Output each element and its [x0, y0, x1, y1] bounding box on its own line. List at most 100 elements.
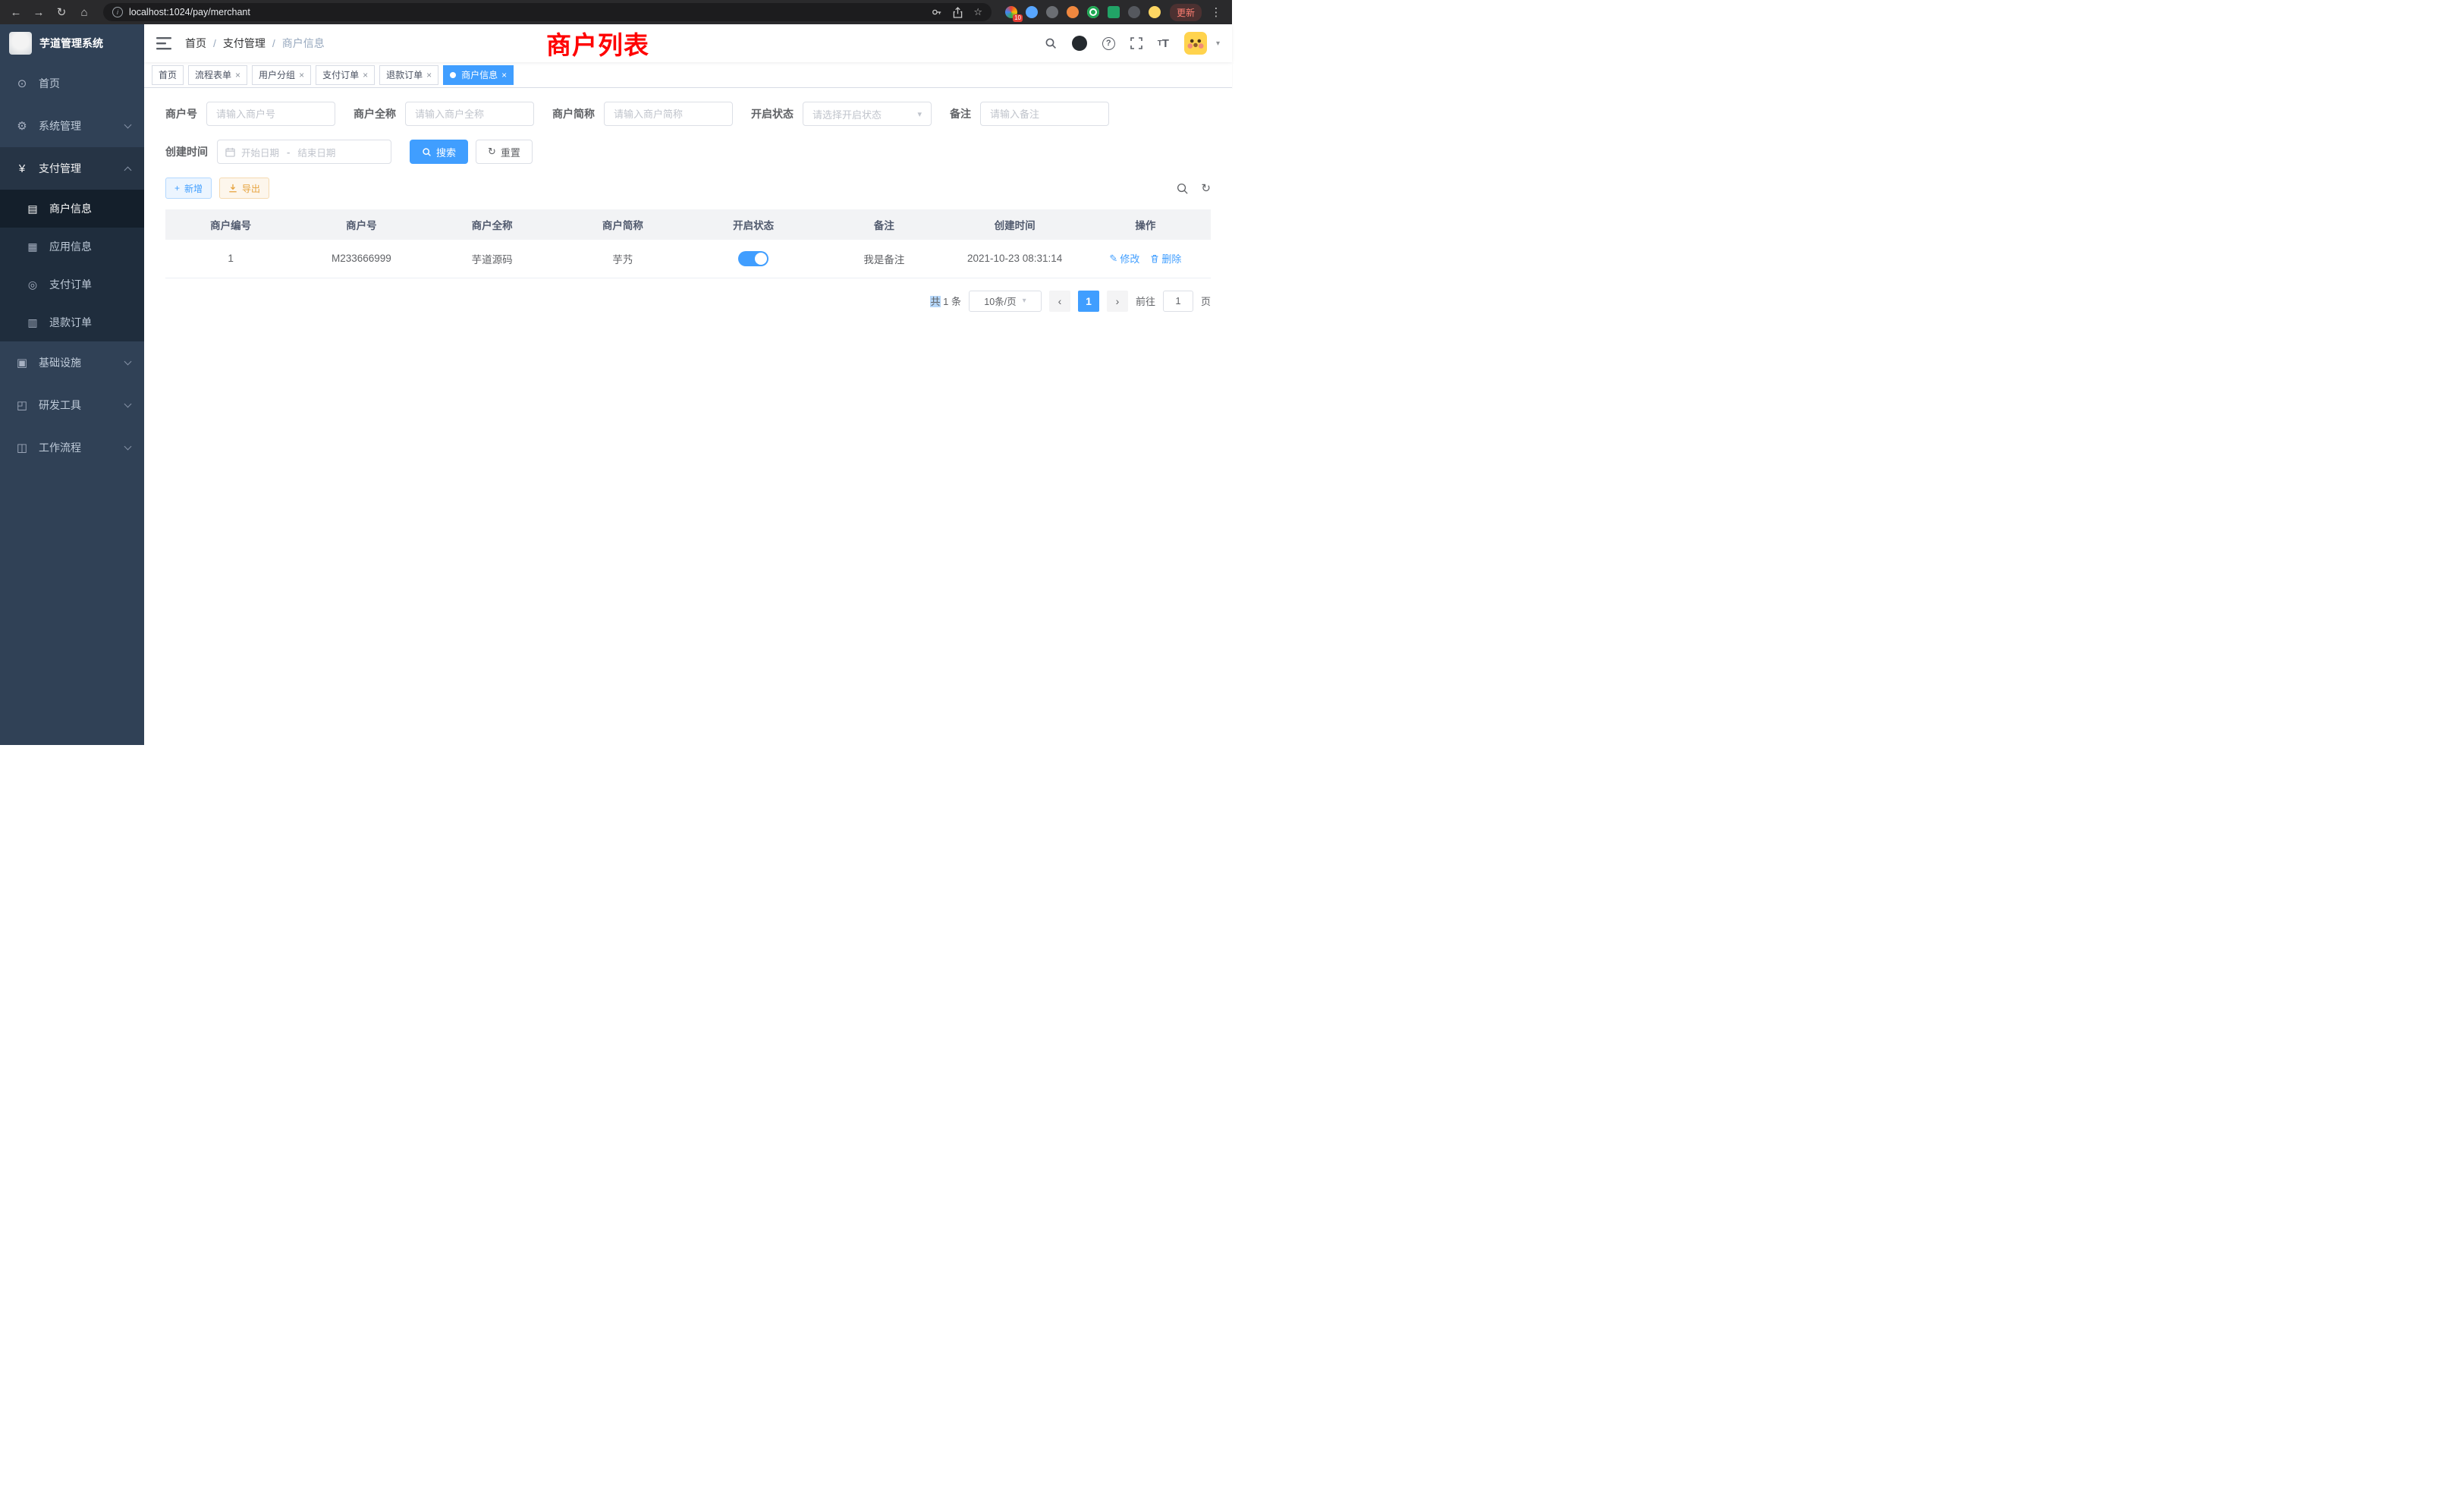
- tab-close-icon[interactable]: ×: [299, 71, 304, 80]
- sidebar-item-home[interactable]: ⊙ 首页: [0, 62, 144, 105]
- tab-refund-order[interactable]: 退款订单 ×: [379, 65, 438, 85]
- extension-icon[interactable]: 10: [1005, 6, 1017, 18]
- extension-icon[interactable]: [1108, 6, 1120, 18]
- sidebar-item-payment[interactable]: ¥ 支付管理: [0, 147, 144, 190]
- tab-close-icon[interactable]: ×: [426, 71, 432, 80]
- sidebar: 芋道管理系统 ⊙ 首页 ⚙ 系统管理 ¥ 支付管理 ▤ 商户信息 ▦ 应用信息: [0, 24, 144, 745]
- dashboard-icon: ⊙: [15, 77, 29, 90]
- delete-link[interactable]: 删除: [1150, 251, 1181, 266]
- sidebar-item-system[interactable]: ⚙ 系统管理: [0, 105, 144, 147]
- export-button[interactable]: 导出: [219, 178, 269, 199]
- tab-home[interactable]: 首页: [152, 65, 184, 85]
- sidebar-item-label: 系统管理: [39, 118, 81, 134]
- refresh-table-icon[interactable]: ↻: [1201, 181, 1211, 195]
- extension-icon[interactable]: [1046, 6, 1058, 18]
- filter-remark: 备注: [950, 102, 1109, 126]
- tab-payment-order[interactable]: 支付订单 ×: [316, 65, 375, 85]
- merchant-table: 商户编号 商户号 商户全称 商户简称 开启状态 备注 创建时间 操作 1 M23…: [165, 209, 1211, 278]
- extension-icon[interactable]: [1149, 6, 1161, 18]
- extension-icon[interactable]: [1087, 6, 1099, 18]
- goto-label: 前往: [1136, 294, 1155, 308]
- page-content: 商户号 商户全称 商户简称 开启状态 请选择开启状态 ▾: [144, 88, 1232, 745]
- extension-icon[interactable]: [1026, 6, 1038, 18]
- breadcrumb-home[interactable]: 首页: [185, 36, 206, 51]
- sidebar-item-dev-tools[interactable]: ◰ 研发工具: [0, 384, 144, 426]
- pagination: 共 1 条 10条/页 ▾ ‹ 1 › 前往 页: [165, 291, 1211, 312]
- add-button[interactable]: + 新增: [165, 178, 212, 199]
- cell-no: 1: [165, 240, 296, 278]
- goto-page-input[interactable]: [1163, 291, 1193, 312]
- browser-update-button[interactable]: 更新: [1170, 4, 1202, 21]
- full-name-input[interactable]: [405, 102, 534, 126]
- page-size-select[interactable]: 10条/页 ▾: [969, 291, 1042, 312]
- search-button[interactable]: 搜索: [410, 140, 468, 164]
- status-toggle[interactable]: [738, 251, 768, 266]
- remark-input[interactable]: [980, 102, 1109, 126]
- tab-close-icon[interactable]: ×: [363, 71, 368, 80]
- sidebar-item-refund-order[interactable]: ▥ 退款订单: [0, 303, 144, 341]
- sidebar-item-label: 工作流程: [39, 440, 81, 455]
- sidebar-item-infrastructure[interactable]: ▣ 基础设施: [0, 341, 144, 384]
- extension-icon[interactable]: [1128, 6, 1140, 18]
- font-size-icon[interactable]: TT: [1158, 37, 1169, 50]
- home-icon[interactable]: ⌂: [76, 6, 93, 19]
- avatar-caret-icon[interactable]: ▾: [1216, 39, 1220, 48]
- table-toolbar: + 新增 导出 ↻: [165, 178, 1211, 199]
- sidebar-item-label: 退款订单: [49, 315, 92, 330]
- tab-process-form[interactable]: 流程表单 ×: [188, 65, 247, 85]
- sidebar-item-label: 支付管理: [39, 161, 81, 176]
- password-key-icon[interactable]: [932, 7, 942, 17]
- short-name-input[interactable]: [604, 102, 733, 126]
- download-icon: [228, 184, 237, 193]
- filter-merchant-no: 商户号: [165, 102, 335, 126]
- navbar-actions: ? TT ▾: [1045, 32, 1220, 55]
- status-select[interactable]: 请选择开启状态 ▾: [803, 102, 932, 126]
- back-icon[interactable]: ←: [8, 6, 24, 19]
- site-info-icon[interactable]: i: [112, 7, 123, 17]
- reload-icon[interactable]: ↻: [53, 5, 70, 19]
- github-icon[interactable]: [1072, 36, 1087, 51]
- search-icon: [422, 147, 432, 157]
- filter-short-name: 商户简称: [552, 102, 733, 126]
- order-icon: ◎: [26, 278, 39, 291]
- sidebar-item-payment-order[interactable]: ◎ 支付订单: [0, 266, 144, 303]
- tab-user-group[interactable]: 用户分组 ×: [252, 65, 311, 85]
- sidebar-item-label: 首页: [39, 76, 60, 91]
- sidebar-item-label: 研发工具: [39, 398, 81, 413]
- pencil-icon: ✎: [1109, 253, 1117, 265]
- page-button-1[interactable]: 1: [1078, 291, 1099, 312]
- user-avatar[interactable]: [1184, 32, 1207, 55]
- tab-merchant-info[interactable]: 商户信息 ×: [443, 65, 514, 85]
- forward-icon[interactable]: →: [30, 6, 47, 19]
- tab-close-icon[interactable]: ×: [501, 71, 507, 80]
- sidebar-item-workflow[interactable]: ◫ 工作流程: [0, 426, 144, 469]
- logo[interactable]: 芋道管理系统: [0, 24, 144, 62]
- extension-icon[interactable]: [1067, 6, 1079, 18]
- tab-close-icon[interactable]: ×: [235, 71, 240, 80]
- sidebar-item-app-info[interactable]: ▦ 应用信息: [0, 228, 144, 266]
- browser-menu-icon[interactable]: ⋮: [1208, 5, 1224, 19]
- short-name-label: 商户简称: [552, 106, 595, 121]
- merchant-no-input[interactable]: [206, 102, 335, 126]
- filter-create-time: 创建时间 开始日期 - 结束日期: [165, 140, 391, 164]
- breadcrumb-current: 商户信息: [282, 36, 325, 51]
- dev-tools-icon: ◰: [15, 398, 29, 412]
- url-bar[interactable]: i localhost:1024/pay/merchant ☆: [103, 3, 992, 21]
- edit-link[interactable]: ✎ 修改: [1109, 251, 1139, 266]
- tags-view: 首页 流程表单 × 用户分组 × 支付订单 × 退款订单 × 商户信息 ×: [144, 62, 1232, 88]
- share-icon[interactable]: [953, 7, 963, 18]
- bookmark-star-icon[interactable]: ☆: [973, 6, 982, 18]
- header-search-icon[interactable]: [1045, 37, 1057, 49]
- sidebar-item-merchant-info[interactable]: ▤ 商户信息: [0, 190, 144, 228]
- help-icon[interactable]: ?: [1102, 37, 1115, 50]
- reset-button[interactable]: ↻ 重置: [476, 140, 533, 164]
- prev-page-button[interactable]: ‹: [1049, 291, 1070, 312]
- fullscreen-icon[interactable]: [1130, 37, 1142, 49]
- browser-chrome: ← → ↻ ⌂ i localhost:1024/pay/merchant ☆ …: [0, 0, 1232, 24]
- col-header-no: 商户编号: [165, 209, 296, 240]
- breadcrumb-payment[interactable]: 支付管理: [223, 36, 266, 51]
- sidebar-toggle-icon[interactable]: [156, 37, 171, 50]
- next-page-button[interactable]: ›: [1107, 291, 1128, 312]
- toggle-search-icon[interactable]: [1176, 182, 1189, 195]
- create-time-range-picker[interactable]: 开始日期 - 结束日期: [217, 140, 391, 164]
